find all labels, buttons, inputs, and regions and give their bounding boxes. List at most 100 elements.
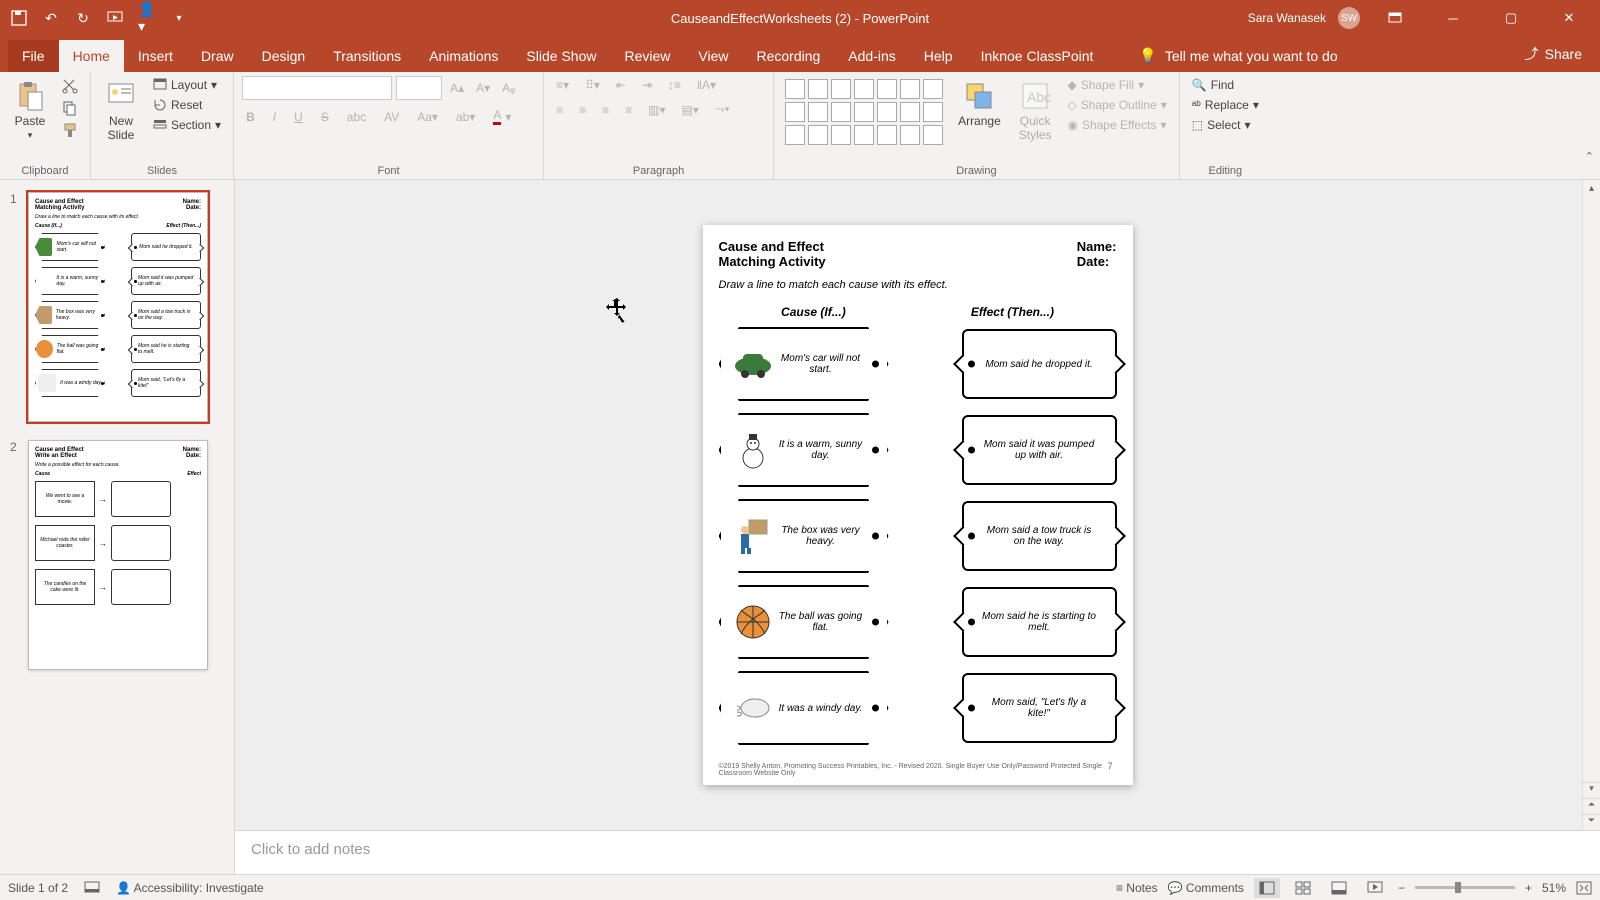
shape-cell[interactable] xyxy=(831,125,851,145)
shape-cell[interactable] xyxy=(808,102,828,122)
notes-button[interactable]: ≡ Notes xyxy=(1116,881,1158,895)
effect-shape[interactable]: Mom said he dropped it. xyxy=(962,329,1117,399)
shape-cell[interactable] xyxy=(923,102,943,122)
shape-fill-button[interactable]: ◆ Shape Fill ▾ xyxy=(1063,76,1170,94)
zoom-thumb[interactable] xyxy=(1455,882,1461,893)
thumbnail-1[interactable]: 1 Cause and Effect Matching ActivityName… xyxy=(10,192,224,422)
replace-button[interactable]: ᵃᵇ Replace ▾ xyxy=(1188,96,1263,114)
decrease-font-button[interactable]: A▾ xyxy=(472,79,494,97)
tab-file[interactable]: File xyxy=(8,40,59,72)
tab-review[interactable]: Review xyxy=(610,40,684,72)
cut-button[interactable] xyxy=(58,76,82,96)
shape-cell[interactable] xyxy=(831,102,851,122)
italic-button[interactable]: I xyxy=(269,108,280,126)
effect-shape[interactable]: Mom said it was pumped up with air. xyxy=(962,415,1117,485)
shape-cell[interactable] xyxy=(808,79,828,99)
shape-cell[interactable] xyxy=(900,79,920,99)
scroll-down-icon[interactable]: ▾ xyxy=(1583,782,1600,798)
cause-shape[interactable]: It is a warm, sunny day. xyxy=(719,413,889,487)
text-direction-button[interactable]: ‖A▾ xyxy=(693,76,720,94)
effect-shape[interactable]: Mom said a tow truck is on the way. xyxy=(962,501,1117,571)
present-icon[interactable] xyxy=(106,9,124,27)
find-button[interactable]: 🔍 Find xyxy=(1188,76,1263,94)
align-center-button[interactable]: ≡ xyxy=(575,101,590,119)
tab-animations[interactable]: Animations xyxy=(415,40,512,72)
shape-cell[interactable] xyxy=(900,102,920,122)
connector-dot[interactable] xyxy=(968,447,975,454)
tell-me-search[interactable]: 💡 Tell me what you want to do xyxy=(1127,39,1349,72)
clear-formatting-button[interactable]: Aᵩ xyxy=(498,79,519,97)
shapes-gallery[interactable] xyxy=(782,76,946,148)
slide-canvas[interactable]: Cause and Effect Matching Activity Name:… xyxy=(703,225,1133,785)
maximize-button[interactable]: ▢ xyxy=(1488,0,1534,36)
slide-thumbnails-panel[interactable]: 1 Cause and Effect Matching ActivityName… xyxy=(0,180,235,874)
tab-addins[interactable]: Add-ins xyxy=(834,40,909,72)
tab-design[interactable]: Design xyxy=(248,40,320,72)
increase-indent-button[interactable]: ⇥ xyxy=(638,76,656,94)
slideshow-view-button[interactable] xyxy=(1362,878,1388,898)
connector-dot[interactable] xyxy=(872,705,879,712)
prev-slide-icon[interactable]: ⏶ xyxy=(1583,798,1600,814)
shadow-button[interactable]: abc xyxy=(343,108,370,126)
increase-font-button[interactable]: A▴ xyxy=(446,79,468,97)
redo-icon[interactable]: ↻ xyxy=(74,9,92,27)
font-size-input[interactable] xyxy=(396,76,442,100)
slide-count[interactable]: Slide 1 of 2 xyxy=(8,881,68,895)
vertical-scrollbar[interactable]: ▴ ▾ ⏶ ⏷ xyxy=(1582,180,1600,830)
cause-shape[interactable]: The ball was going flat. xyxy=(719,585,889,659)
zoom-percent[interactable]: 51% xyxy=(1542,881,1566,895)
shape-cell[interactable] xyxy=(831,79,851,99)
tab-recording[interactable]: Recording xyxy=(742,40,834,72)
columns-button[interactable]: ▥▾ xyxy=(644,101,669,119)
tab-transitions[interactable]: Transitions xyxy=(319,40,415,72)
new-slide-button[interactable]: New Slide xyxy=(99,76,143,146)
cause-shape[interactable]: The box was very heavy. xyxy=(719,499,889,573)
align-right-button[interactable]: ≡ xyxy=(598,101,613,119)
shape-cell[interactable] xyxy=(877,125,897,145)
share-button[interactable]: ⤴ Share xyxy=(1507,36,1600,72)
line-spacing-button[interactable]: ↕≡ xyxy=(664,76,685,94)
copy-button[interactable] xyxy=(58,98,82,118)
save-icon[interactable] xyxy=(10,9,28,27)
effect-shape[interactable]: Mom said he is starting to melt. xyxy=(962,587,1117,657)
slide-canvas-wrap[interactable]: Cause and Effect Matching Activity Name:… xyxy=(235,180,1600,830)
accessibility-button[interactable]: 👤 Accessibility: Investigate xyxy=(116,881,264,895)
shape-cell[interactable] xyxy=(923,125,943,145)
user-avatar[interactable]: SW xyxy=(1338,7,1360,29)
next-slide-icon[interactable]: ⏷ xyxy=(1583,814,1600,830)
shape-cell[interactable] xyxy=(785,102,805,122)
connector-dot[interactable] xyxy=(872,533,879,540)
undo-icon[interactable]: ↶ xyxy=(42,9,60,27)
convert-smartart-button[interactable]: ⤳▾ xyxy=(711,100,734,119)
notes-pane[interactable]: Click to add notes xyxy=(235,830,1600,874)
shape-outline-button[interactable]: ◇ Shape Outline ▾ xyxy=(1063,96,1170,114)
change-case-button[interactable]: Aa▾ xyxy=(413,108,442,126)
format-painter-button[interactable] xyxy=(58,120,82,140)
layout-button[interactable]: Layout ▾ xyxy=(149,76,225,94)
connector-dot[interactable] xyxy=(968,533,975,540)
zoom-in-button[interactable]: + xyxy=(1525,881,1532,895)
close-button[interactable]: ✕ xyxy=(1546,0,1592,36)
shape-cell[interactable] xyxy=(877,79,897,99)
effect-shape[interactable]: Mom said, "Let's fly a kite!" xyxy=(962,673,1117,743)
qat-customize-icon[interactable]: ▾ xyxy=(170,9,188,27)
footer-toggle-icon[interactable] xyxy=(84,881,100,895)
quick-styles-button[interactable]: Abc Quick Styles xyxy=(1013,76,1058,146)
ribbon-display-icon[interactable] xyxy=(1372,0,1418,36)
shape-cell[interactable] xyxy=(923,79,943,99)
zoom-slider[interactable] xyxy=(1415,886,1515,889)
strikethrough-button[interactable]: S xyxy=(317,108,333,126)
shape-cell[interactable] xyxy=(854,102,874,122)
reset-button[interactable]: Reset xyxy=(149,96,225,114)
connector-dot[interactable] xyxy=(968,619,975,626)
tab-home[interactable]: Home xyxy=(59,40,124,72)
user-name[interactable]: Sara Wanasek xyxy=(1248,11,1326,25)
shape-cell[interactable] xyxy=(900,125,920,145)
connector-dot[interactable] xyxy=(872,619,879,626)
char-spacing-button[interactable]: AV xyxy=(380,108,403,126)
slide-sorter-button[interactable] xyxy=(1290,878,1316,898)
tab-view[interactable]: View xyxy=(684,40,742,72)
scroll-up-icon[interactable]: ▴ xyxy=(1583,180,1600,198)
highlight-button[interactable]: ab▾ xyxy=(452,108,479,126)
shape-cell[interactable] xyxy=(808,125,828,145)
